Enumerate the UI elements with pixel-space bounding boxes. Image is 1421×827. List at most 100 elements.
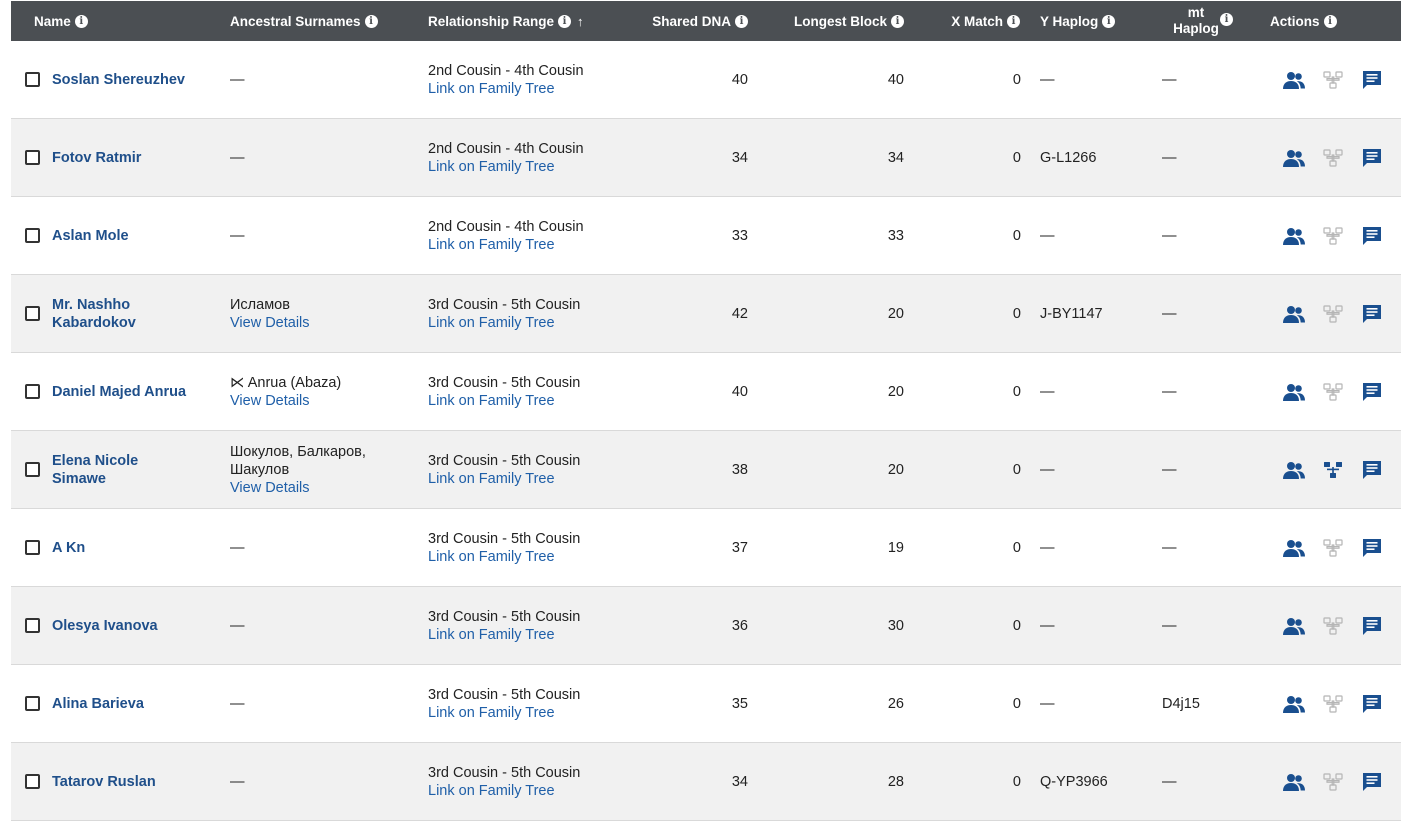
sort-arrow-up-icon[interactable]: ↑: [577, 14, 584, 29]
match-name-link[interactable]: Fotov Ratmir: [52, 119, 212, 196]
row-checkbox[interactable]: [25, 696, 40, 711]
match-name-line1[interactable]: A Kn: [52, 539, 85, 557]
family-tree-icon[interactable]: [1321, 458, 1345, 482]
col-header-name[interactable]: Name i: [34, 1, 88, 41]
match-name-line1[interactable]: Fotov Ratmir: [52, 149, 141, 167]
match-name-line1[interactable]: Alina Barieva: [52, 695, 144, 713]
link-on-family-tree[interactable]: Link on Family Tree: [428, 626, 555, 644]
col-header-longest-block[interactable]: Longest Block i: [771, 1, 904, 41]
link-on-family-tree[interactable]: Link on Family Tree: [428, 470, 555, 488]
link-on-family-tree[interactable]: Link on Family Tree: [428, 314, 555, 332]
family-tree-icon[interactable]: [1321, 692, 1345, 716]
people-icon[interactable]: [1282, 536, 1306, 560]
match-name-line2[interactable]: Kabardokov: [52, 314, 136, 332]
match-name-line1[interactable]: Aslan Mole: [52, 227, 129, 245]
people-icon[interactable]: [1282, 68, 1306, 92]
col-header-surnames[interactable]: Ancestral Surnames i: [230, 1, 378, 41]
family-tree-icon[interactable]: [1321, 302, 1345, 326]
y-haplog-cell: —: [1040, 41, 1150, 118]
info-icon[interactable]: i: [364, 14, 378, 28]
family-tree-icon[interactable]: [1321, 68, 1345, 92]
message-icon[interactable]: [1360, 536, 1384, 560]
people-icon[interactable]: [1282, 614, 1306, 638]
row-checkbox[interactable]: [25, 618, 40, 633]
link-on-family-tree[interactable]: Link on Family Tree: [428, 392, 555, 410]
match-name-link[interactable]: Elena Nicole Simawe: [52, 431, 212, 508]
link-on-family-tree[interactable]: Link on Family Tree: [428, 704, 555, 722]
row-checkbox[interactable]: [25, 306, 40, 321]
message-icon[interactable]: [1360, 68, 1384, 92]
people-icon[interactable]: [1282, 224, 1306, 248]
longest-block-cell: 34: [791, 119, 904, 196]
family-tree-icon[interactable]: [1321, 536, 1345, 560]
message-icon[interactable]: [1360, 302, 1384, 326]
info-icon[interactable]: i: [558, 14, 572, 28]
info-icon[interactable]: i: [1102, 14, 1116, 28]
col-header-y-haplog[interactable]: Y Haplog i: [1040, 1, 1116, 41]
info-icon[interactable]: i: [735, 14, 748, 28]
match-name-link[interactable]: A Kn: [52, 509, 212, 586]
match-name-link[interactable]: Alina Barieva: [52, 665, 212, 742]
shared-dna-value: 38: [731, 461, 748, 478]
link-on-family-tree[interactable]: Link on Family Tree: [428, 548, 555, 566]
match-name-line1[interactable]: Elena Nicole: [52, 452, 138, 470]
row-checkbox[interactable]: [25, 72, 40, 87]
family-tree-icon[interactable]: [1321, 224, 1345, 248]
row-checkbox[interactable]: [25, 228, 40, 243]
info-icon[interactable]: i: [1323, 14, 1337, 28]
people-icon[interactable]: [1282, 770, 1306, 794]
view-details-link[interactable]: View Details: [230, 314, 310, 332]
match-name-line1[interactable]: Mr. Nashho: [52, 296, 130, 314]
message-icon[interactable]: [1360, 380, 1384, 404]
ancestral-surnames-cell: —: [230, 41, 410, 118]
link-on-family-tree[interactable]: Link on Family Tree: [428, 80, 555, 98]
match-name-link[interactable]: Tatarov Ruslan: [52, 743, 212, 820]
row-checkbox[interactable]: [25, 384, 40, 399]
col-header-shared-dna[interactable]: Shared DNA i: [611, 1, 748, 41]
row-checkbox[interactable]: [25, 774, 40, 789]
message-icon[interactable]: [1360, 458, 1384, 482]
people-icon[interactable]: [1282, 692, 1306, 716]
message-icon[interactable]: [1360, 770, 1384, 794]
row-checkbox[interactable]: [25, 150, 40, 165]
col-header-relationship[interactable]: Relationship Range i ↑: [428, 1, 584, 41]
people-icon[interactable]: [1282, 380, 1306, 404]
row-checkbox[interactable]: [25, 462, 40, 477]
mt-haplog-info[interactable]: i: [1216, 0, 1233, 39]
people-icon[interactable]: [1282, 146, 1306, 170]
match-name-line1[interactable]: Tatarov Ruslan: [52, 773, 156, 791]
message-icon[interactable]: [1360, 692, 1384, 716]
info-icon[interactable]: i: [74, 14, 88, 28]
family-tree-icon[interactable]: [1321, 146, 1345, 170]
link-on-family-tree[interactable]: Link on Family Tree: [428, 782, 555, 800]
message-icon[interactable]: [1360, 614, 1384, 638]
info-icon[interactable]: i: [891, 14, 904, 28]
family-tree-icon[interactable]: [1321, 380, 1345, 404]
info-icon[interactable]: i: [1220, 12, 1233, 26]
match-name-link[interactable]: Olesya Ivanova: [52, 587, 212, 664]
col-header-x-match[interactable]: X Match i: [911, 1, 1020, 41]
message-icon[interactable]: [1360, 146, 1384, 170]
match-name-line1[interactable]: Daniel Majed Anrua: [52, 383, 186, 401]
match-name-link[interactable]: Daniel Majed Anrua: [52, 353, 212, 430]
match-name-line1[interactable]: Olesya Ivanova: [52, 617, 158, 635]
people-icon[interactable]: [1282, 458, 1306, 482]
view-details-link[interactable]: View Details: [230, 479, 310, 497]
match-name-link[interactable]: Soslan Shereuzhev: [52, 41, 212, 118]
longest-block-value: 40: [887, 71, 904, 88]
row-checkbox[interactable]: [25, 540, 40, 555]
family-tree-icon[interactable]: [1321, 770, 1345, 794]
info-icon[interactable]: i: [1007, 14, 1020, 28]
link-on-family-tree[interactable]: Link on Family Tree: [428, 158, 555, 176]
match-name-line2[interactable]: Simawe: [52, 470, 106, 488]
match-name-link[interactable]: Mr. Nashho Kabardokov: [52, 275, 212, 352]
match-name-link[interactable]: Aslan Mole: [52, 197, 212, 274]
relationship-range-text: 2nd Cousin - 4th Cousin: [428, 218, 584, 235]
people-icon[interactable]: [1282, 302, 1306, 326]
view-details-link[interactable]: View Details: [230, 392, 310, 410]
message-icon[interactable]: [1360, 224, 1384, 248]
match-name-line1[interactable]: Soslan Shereuzhev: [52, 71, 185, 89]
link-on-family-tree[interactable]: Link on Family Tree: [428, 236, 555, 254]
y-haplog-value: —: [1040, 539, 1055, 556]
family-tree-icon[interactable]: [1321, 614, 1345, 638]
